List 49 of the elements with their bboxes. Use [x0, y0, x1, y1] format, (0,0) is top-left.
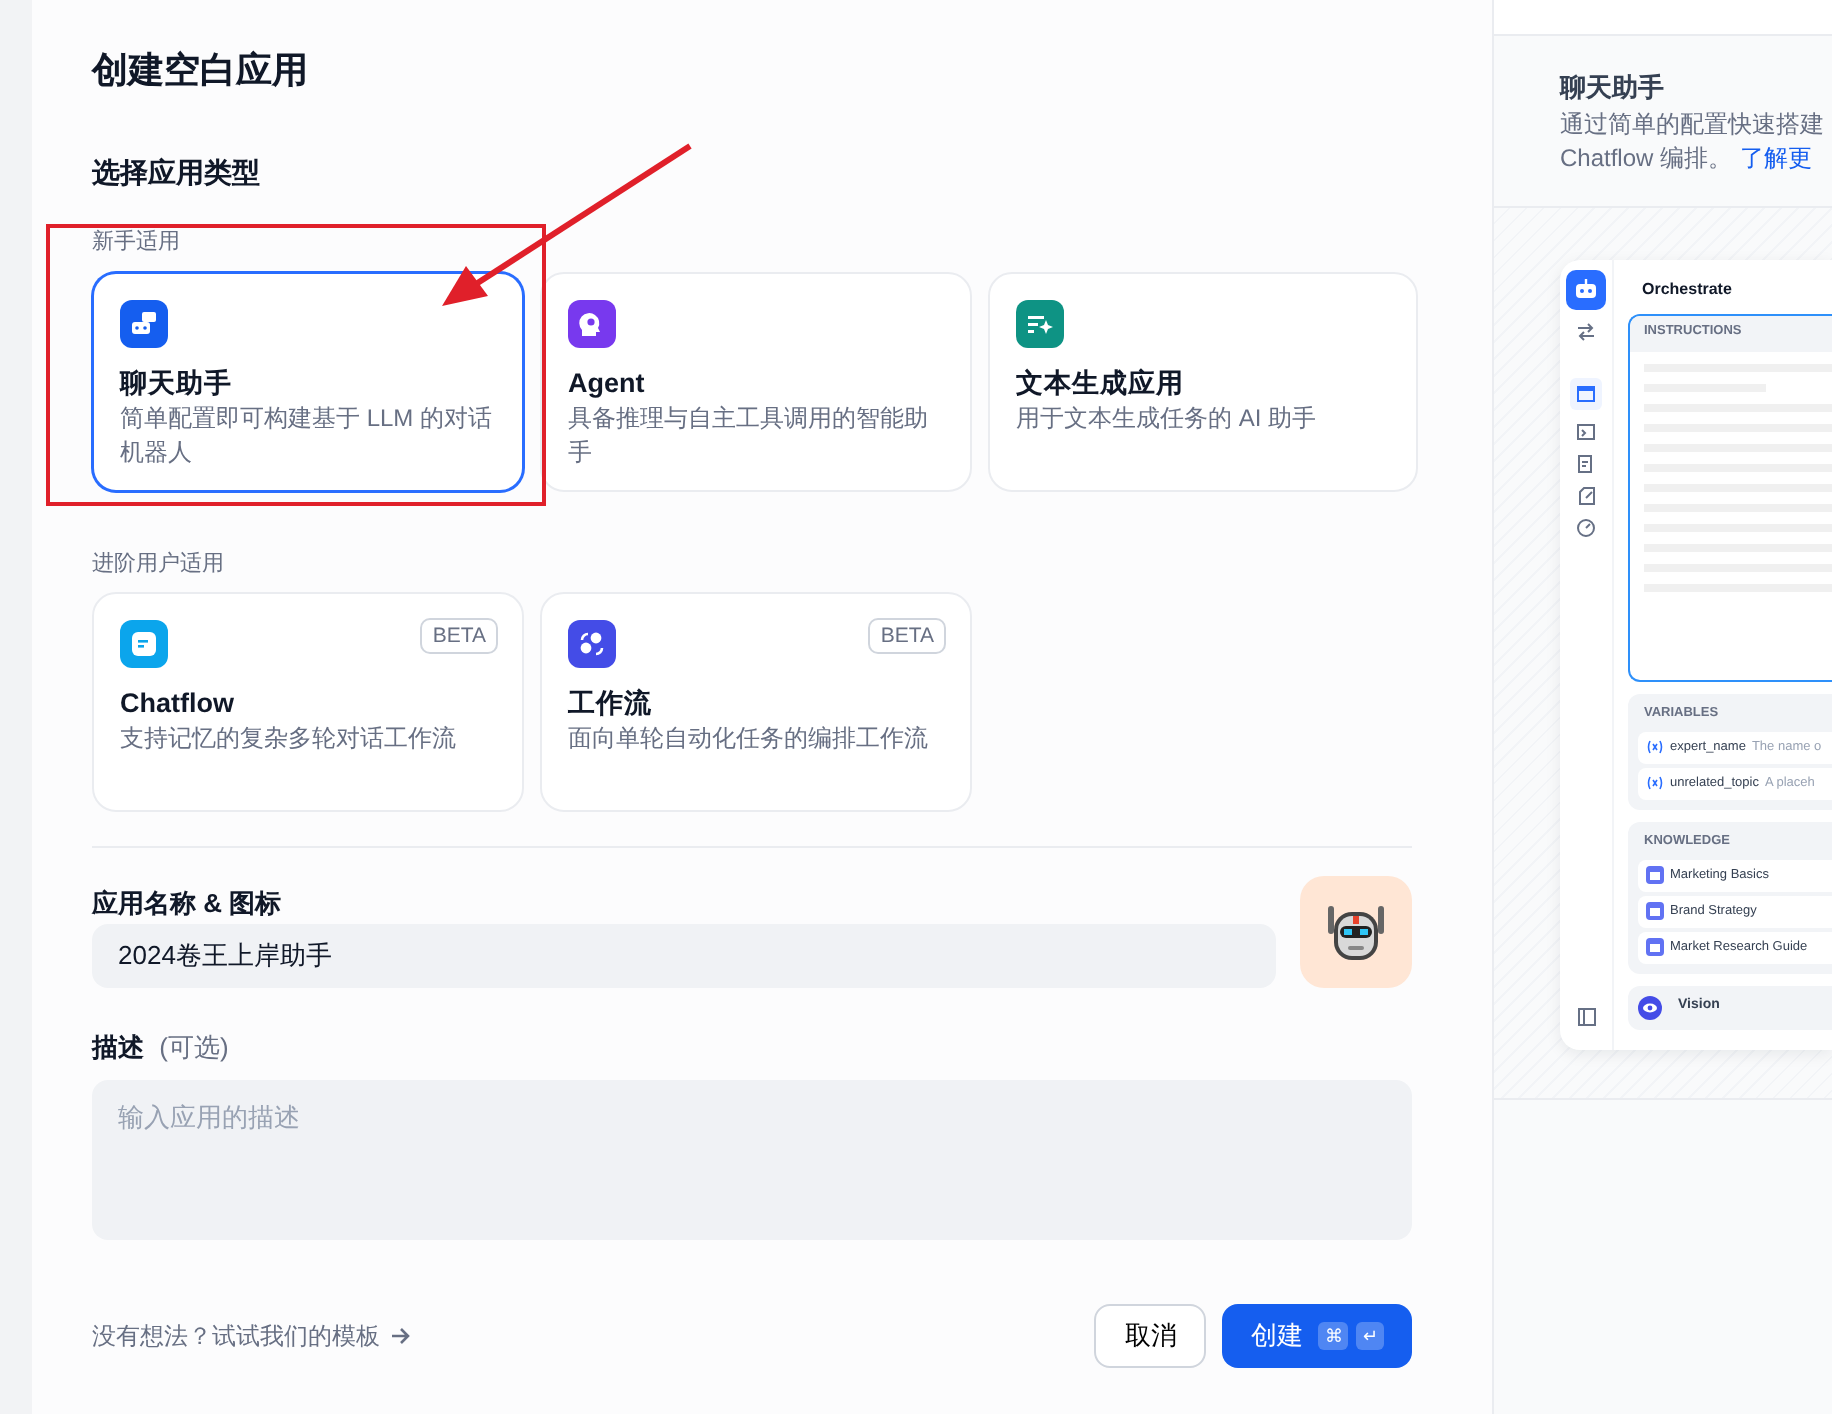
app-type-card[interactable]: BETA 工作流 面向单轮自动化任务的编排工作流 — [540, 592, 972, 812]
group-label: 进阶用户适用 — [92, 549, 226, 579]
app-type-description: 面向单轮自动化任务的编排工作流 — [568, 722, 930, 756]
arrow-right-icon — [388, 1323, 412, 1347]
description-input[interactable]: 输入应用的描述 — [92, 1080, 1412, 1240]
app-type-description: 用于文本生成任务的 AI 助手 — [1016, 401, 1319, 435]
template-link[interactable]: 没有想法？试试我们的模板 — [92, 1317, 412, 1353]
optional-note: (可选) — [157, 1031, 229, 1061]
sidebar-toggle-icon — [1577, 1008, 1595, 1026]
preview-description: 通过简单的配置快速搭建 — [1560, 107, 1826, 141]
variable-icon — [1646, 740, 1664, 755]
variable-icon — [1646, 776, 1664, 791]
name-input[interactable]: 2024卷王上岸助手 — [92, 923, 1276, 987]
section-heading: 选择应用类型 — [92, 154, 262, 192]
field-label: 描述 — [92, 1031, 144, 1061]
app-type-name: Agent — [568, 365, 647, 401]
preview-card-title: Orchestrate — [1640, 278, 1734, 302]
app-type-description: 简单配置即可构建基于 LLM 的对话机器人 — [120, 401, 495, 469]
robot-avatar-icon[interactable] — [1300, 875, 1412, 987]
preview-title: 聊天助手 — [1560, 70, 1666, 106]
window-icon — [1570, 377, 1602, 410]
document-icon — [1576, 453, 1596, 474]
beta-tag: BETA — [868, 618, 946, 654]
edit-icon — [1576, 485, 1596, 506]
app-type-name: 工作流 — [568, 686, 654, 722]
app-type-card[interactable]: 聊天助手 简单配置即可构建基于 LLM 的对话机器人 — [92, 271, 524, 491]
app-type-name: 聊天助手 — [120, 365, 234, 401]
group-label: 新手适用 — [92, 227, 182, 258]
preview-description: Chatflow 编排。 — [1560, 141, 1733, 175]
app-type-card[interactable]: Agent 具备推理与自主工具调用的智能助手 — [540, 271, 972, 491]
dialog-title: 创建空白应用 — [92, 48, 310, 94]
beta-tag: BETA — [420, 618, 498, 654]
swap-icon — [1576, 321, 1596, 342]
gauge-icon — [1576, 517, 1596, 538]
app-type-name: Chatflow — [120, 686, 236, 722]
app-type-description: 具备推理与自主工具调用的智能助手 — [568, 401, 930, 469]
app-type-card[interactable]: 文本生成应用 用于文本生成任务的 AI 助手 — [988, 271, 1418, 491]
eye-icon — [1638, 995, 1662, 1019]
robot-icon — [1566, 268, 1606, 310]
app-type-description: 支持记忆的复杂多轮对话工作流 — [120, 722, 458, 756]
cancel-button[interactable]: 取消 — [1094, 1303, 1207, 1367]
terminal-icon — [1576, 421, 1596, 442]
field-label: 应用名称 & 图标 — [92, 886, 284, 922]
app-type-card[interactable]: BETA Chatflow 支持记忆的复杂多轮对话工作流 — [92, 592, 524, 812]
app-type-name: 文本生成应用 — [1016, 365, 1186, 401]
shortcut-key: ⌘ — [1318, 1321, 1349, 1349]
shortcut-key: ↵ — [1356, 1321, 1384, 1349]
learn-more-link[interactable]: 了解更 — [1740, 141, 1813, 175]
create-button[interactable]: 创建 ⌘ ↵ — [1222, 1303, 1412, 1367]
